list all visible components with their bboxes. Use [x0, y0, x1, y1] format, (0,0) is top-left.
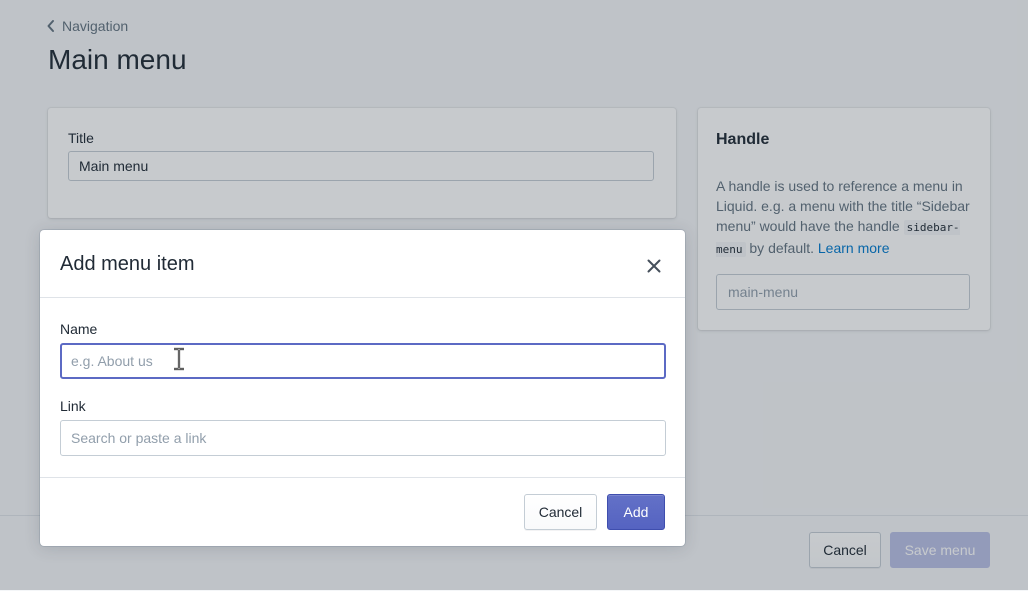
name-label: Name — [60, 321, 98, 337]
link-label: Link — [60, 398, 86, 414]
name-input[interactable] — [60, 343, 666, 379]
text-cursor-icon — [174, 347, 184, 371]
modal-footer-divider — [40, 477, 685, 478]
modal-title: Add menu item — [60, 253, 195, 275]
add-menu-item-modal: Add menu item Name Link Cancel Add — [40, 230, 685, 546]
close-icon[interactable] — [644, 256, 664, 276]
cancel-button[interactable]: Cancel — [524, 494, 597, 530]
modal-header: Add menu item — [40, 230, 685, 298]
add-button[interactable]: Add — [607, 494, 665, 530]
link-input[interactable] — [60, 420, 666, 456]
